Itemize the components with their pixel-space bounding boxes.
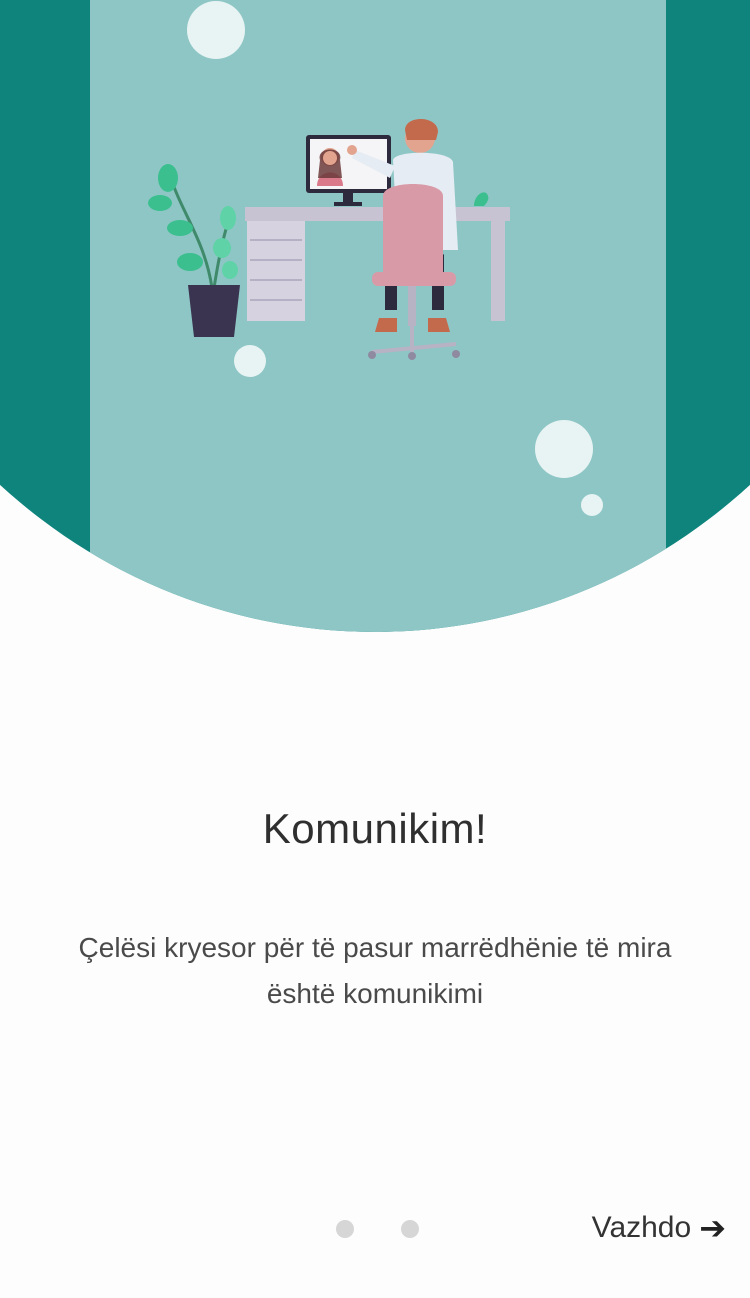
- page-title: Komunikim!: [262, 805, 488, 852]
- bubble-circle-2: [234, 345, 266, 377]
- bubble-circle-3: [535, 420, 593, 478]
- continue-button-label: Vazhdo: [591, 1211, 692, 1244]
- bubble-circle-1: [187, 1, 245, 59]
- page-description: Çelësi kryesor për të pasur marrëdhënie …: [78, 932, 672, 1009]
- arrow-right-icon: ➔: [699, 1210, 726, 1246]
- hero-illustration: [0, 0, 750, 640]
- hero-artwork: [0, 0, 750, 632]
- bubble-circle-4: [581, 494, 603, 516]
- pager-dot-1[interactable]: [336, 1220, 354, 1238]
- pager-dot-2[interactable]: [401, 1220, 419, 1238]
- continue-button[interactable]: Vazhdo ➔: [592, 1206, 726, 1250]
